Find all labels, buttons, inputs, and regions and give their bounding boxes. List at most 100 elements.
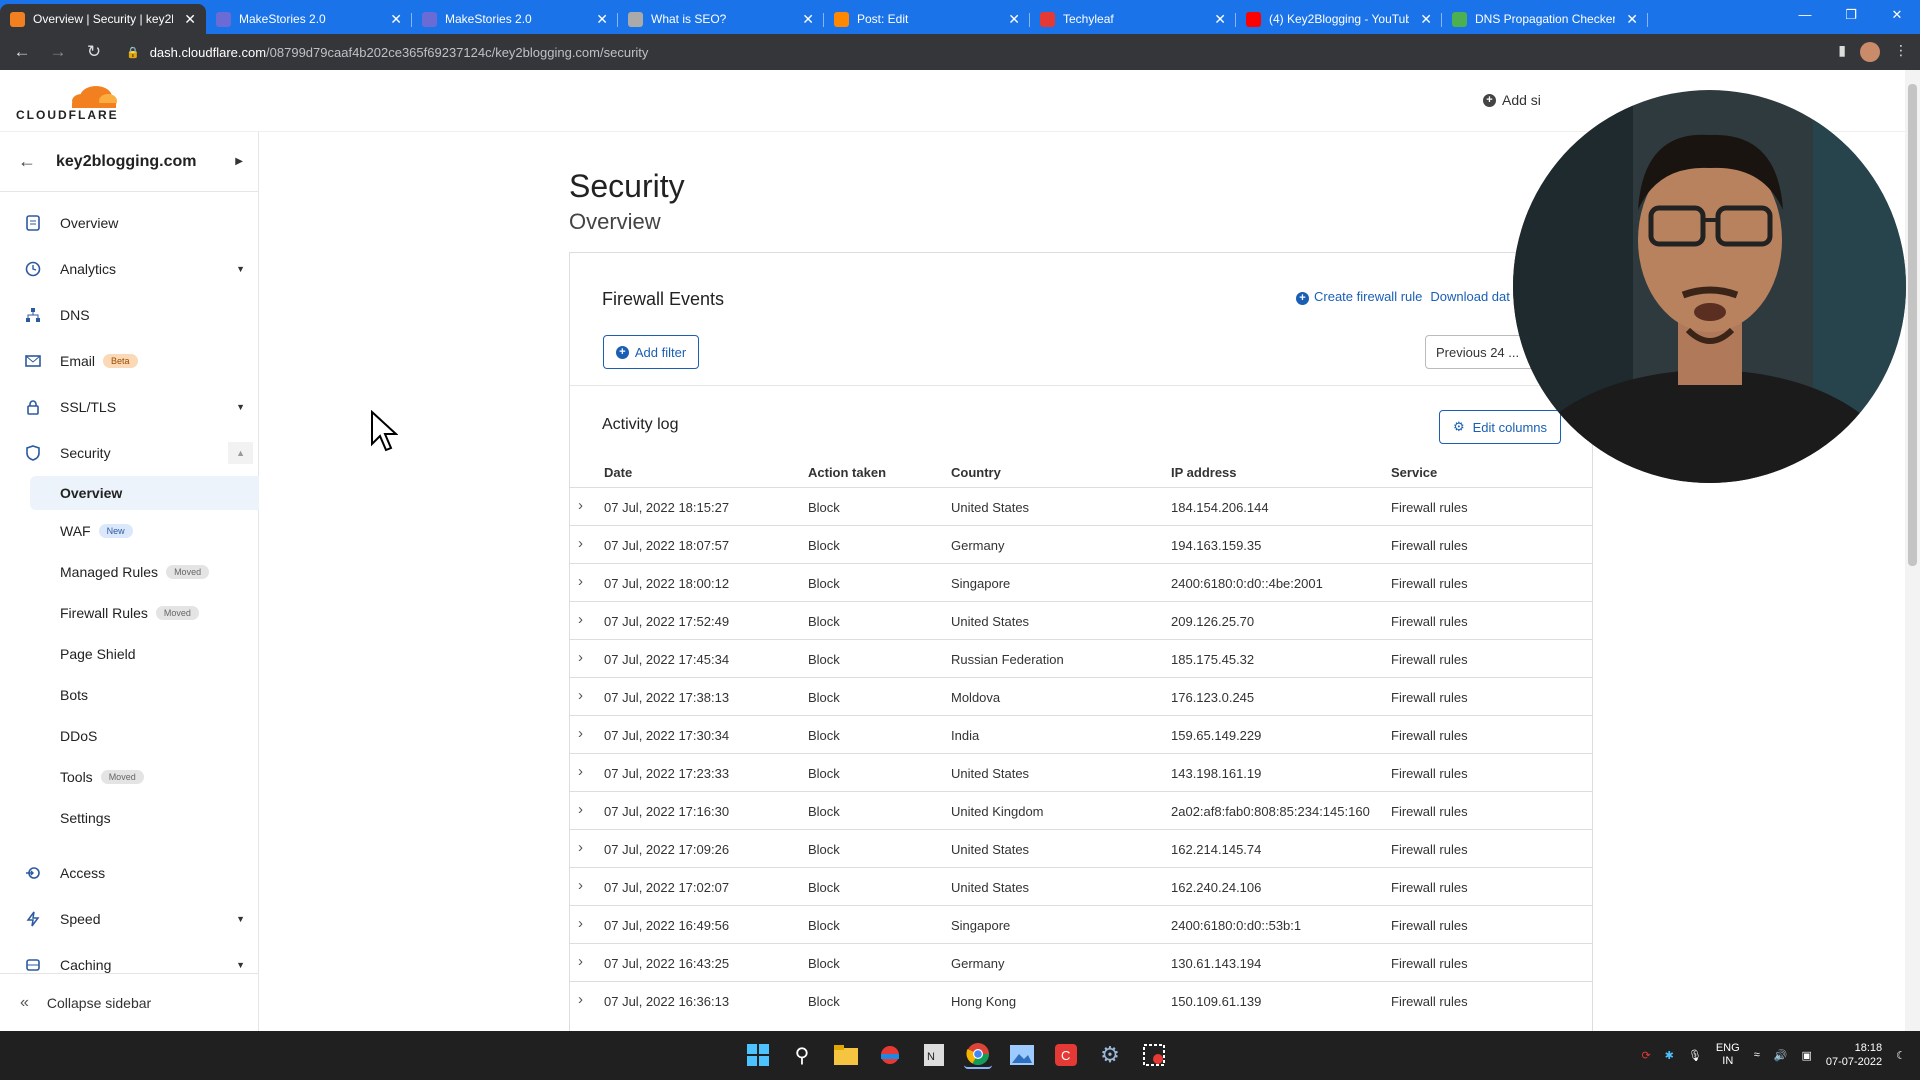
chevron-right-icon[interactable]: ›	[578, 839, 583, 856]
sync-icon[interactable]: ⟳	[1641, 1049, 1650, 1062]
cloudflare-logo[interactable]: CLOUDFLARE	[16, 82, 124, 124]
forward-arrow-icon[interactable]: →	[44, 42, 72, 62]
reload-icon[interactable]: ↻	[80, 42, 108, 62]
battery-icon[interactable]: ▣	[1801, 1049, 1811, 1062]
close-tab-icon[interactable]: ✕	[1626, 11, 1638, 28]
close-tab-icon[interactable]: ✕	[184, 11, 196, 28]
sidebar-subitem-bots[interactable]: Bots	[0, 674, 259, 715]
browser-tab[interactable]: (4) Key2Blogging - YouTub ✕	[1236, 4, 1442, 34]
sidebar-item-speed[interactable]: Speed ▼	[0, 896, 259, 942]
sidebar-subitem-settings[interactable]: Settings	[0, 797, 259, 838]
notifications-moon-icon[interactable]: ☾	[1896, 1049, 1906, 1062]
sidebar-item-access[interactable]: Access	[0, 850, 259, 896]
chevron-right-icon[interactable]: ›	[578, 915, 583, 932]
table-row[interactable]: › 07 Jul, 2022 17:09:26 Block United States…	[570, 829, 1592, 867]
chevron-right-icon[interactable]: ›	[578, 877, 583, 894]
close-tab-icon[interactable]: ✕	[1420, 11, 1432, 28]
restore-icon[interactable]: ❐	[1828, 0, 1874, 30]
table-row[interactable]: › 07 Jul, 2022 17:52:49 Block United States…	[570, 601, 1592, 639]
minimize-icon[interactable]: —	[1782, 0, 1828, 30]
sidebar-subitem-ddos[interactable]: DDoS	[0, 715, 259, 756]
column-header-ip[interactable]: IP address	[1171, 465, 1237, 480]
sidebar-item-dns[interactable]: DNS	[0, 292, 259, 338]
chevron-down-icon[interactable]: ▼	[236, 402, 245, 412]
close-tab-icon[interactable]: ✕	[390, 11, 402, 28]
table-row[interactable]: › 07 Jul, 2022 18:00:12 Block Singapore 2400…	[570, 563, 1592, 601]
table-row[interactable]: › 07 Jul, 2022 17:45:34 Block Russian Feder…	[570, 639, 1592, 677]
browser-tab[interactable]: Overview | Security | key2b ✕	[0, 4, 206, 34]
chevron-right-icon[interactable]: ›	[578, 535, 583, 552]
scrollbar-thumb[interactable]	[1908, 84, 1917, 566]
browser-tab[interactable]: DNS Propagation Checker ✕	[1442, 4, 1648, 34]
back-arrow-icon[interactable]: ←	[8, 42, 36, 62]
sidebar-subitem-overview[interactable]: Overview	[30, 476, 259, 510]
chevron-right-icon[interactable]: ›	[578, 649, 583, 666]
canva-icon[interactable]: C	[1052, 1041, 1080, 1069]
microphone-icon[interactable]: 🎙	[1688, 1049, 1702, 1062]
sidebar-item-ssl-tls[interactable]: SSL/TLS ▼	[0, 384, 259, 430]
chrome-icon[interactable]	[964, 1041, 992, 1069]
settings-gear-icon[interactable]: ⚙	[1096, 1041, 1124, 1069]
sidebar-item-overview[interactable]: Overview	[0, 200, 259, 246]
bluetooth-icon[interactable]: ✱	[1665, 1049, 1674, 1062]
create-firewall-rule-link[interactable]: + Create firewall rule	[1296, 289, 1422, 305]
table-row[interactable]: › 07 Jul, 2022 16:43:25 Block Germany 130.61…	[570, 943, 1592, 981]
bookmark-icon[interactable]: ▮	[1838, 42, 1846, 62]
table-row[interactable]: › 07 Jul, 2022 17:16:30 Block United Kingdo…	[570, 791, 1592, 829]
domain-selector[interactable]: ← key2blogging.com ▶	[0, 132, 259, 192]
sidebar-item-security[interactable]: Security ▲	[0, 430, 259, 476]
app-icon-multicolor[interactable]	[876, 1041, 904, 1069]
download-data-link[interactable]: Download dat	[1430, 289, 1510, 305]
collapse-sidebar-button[interactable]: « Collapse sidebar	[0, 973, 259, 1031]
edit-columns-button[interactable]: ⚙ Edit columns	[1439, 410, 1561, 444]
clock[interactable]: 18:18 07-07-2022	[1826, 1041, 1882, 1069]
page-scrollbar[interactable]	[1905, 70, 1920, 1031]
add-filter-button[interactable]: + Add filter	[603, 335, 699, 369]
chevron-right-icon[interactable]: ›	[578, 801, 583, 818]
menu-kebab-icon[interactable]: ⋮	[1894, 42, 1908, 62]
table-row[interactable]: › 07 Jul, 2022 17:02:07 Block United States…	[570, 867, 1592, 905]
sidebar-subitem-page-shield[interactable]: Page Shield	[0, 633, 259, 674]
sidebar-item-analytics[interactable]: Analytics ▼	[0, 246, 259, 292]
file-explorer-icon[interactable]	[832, 1041, 860, 1069]
language-indicator[interactable]: ENG IN	[1716, 1042, 1740, 1068]
column-header-country[interactable]: Country	[951, 465, 1001, 480]
chevron-right-icon[interactable]: ›	[578, 611, 583, 628]
close-tab-icon[interactable]: ✕	[1214, 11, 1226, 28]
volume-icon[interactable]: 🔊	[1774, 1049, 1788, 1062]
close-tab-icon[interactable]: ✕	[1008, 11, 1020, 28]
snipping-tool-icon[interactable]	[1140, 1041, 1168, 1069]
table-row[interactable]: › 07 Jul, 2022 16:49:56 Block Singapore 2400…	[570, 905, 1592, 943]
chevron-right-icon[interactable]: ›	[578, 991, 583, 1008]
chevron-right-icon[interactable]: ›	[578, 725, 583, 742]
windows-start-icon[interactable]	[744, 1041, 772, 1069]
photos-icon[interactable]	[1008, 1041, 1036, 1069]
table-row[interactable]: › 07 Jul, 2022 17:23:33 Block United States…	[570, 753, 1592, 791]
chevron-down-icon[interactable]: ▼	[236, 264, 245, 274]
column-header-date[interactable]: Date	[604, 465, 632, 480]
browser-tab[interactable]: Techyleaf ✕	[1030, 4, 1236, 34]
sidebar-subitem-firewall-rules[interactable]: Firewall Rules Moved	[0, 592, 259, 633]
url-field[interactable]: 🔒 dash.cloudflare.com /08799d79caaf4b202…	[126, 45, 648, 60]
chevron-down-icon[interactable]: ▼	[236, 960, 245, 970]
column-header-service[interactable]: Service	[1391, 465, 1437, 480]
table-row[interactable]: › 07 Jul, 2022 18:07:57 Block Germany 194.16…	[570, 525, 1592, 563]
back-arrow-icon[interactable]: ←	[18, 151, 36, 172]
browser-tab[interactable]: MakeStories 2.0 ✕	[412, 4, 618, 34]
chevron-up-icon[interactable]: ▲	[228, 442, 253, 464]
sidebar-item-email[interactable]: Email Beta	[0, 338, 259, 384]
add-site-link[interactable]: + Add si	[1483, 92, 1541, 108]
sidebar-subitem-managed-rules[interactable]: Managed Rules Moved	[0, 551, 259, 592]
chevron-right-icon[interactable]: ›	[578, 497, 583, 514]
table-row[interactable]: › 07 Jul, 2022 17:38:13 Block Moldova 176.12…	[570, 677, 1592, 715]
sidebar-subitem-tools[interactable]: Tools Moved	[0, 756, 259, 797]
table-row[interactable]: › 07 Jul, 2022 18:15:27 Block United States…	[570, 487, 1592, 525]
chevron-down-icon[interactable]: ▼	[236, 914, 245, 924]
column-header-action[interactable]: Action taken	[808, 465, 886, 480]
close-tab-icon[interactable]: ✕	[596, 11, 608, 28]
browser-tab[interactable]: What is SEO? ✕	[618, 4, 824, 34]
wifi-icon[interactable]: ≈	[1754, 1049, 1760, 1061]
profile-avatar[interactable]	[1860, 42, 1880, 62]
search-icon[interactable]: ⚲	[788, 1041, 816, 1069]
browser-tab[interactable]: Post: Edit ✕	[824, 4, 1030, 34]
